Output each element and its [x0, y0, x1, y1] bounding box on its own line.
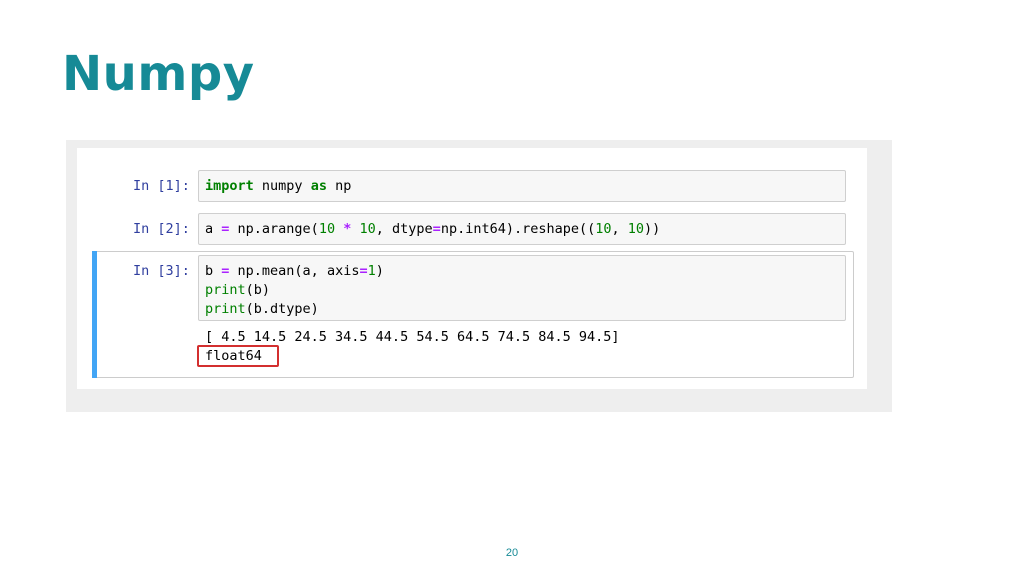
cell-2-prompt: In [2]: — [133, 221, 190, 237]
code-line: print(b.dtype) — [205, 301, 319, 317]
code-line: b = np.mean(a, axis=1) — [205, 263, 384, 279]
cell-1-input[interactable]: import numpy as np — [198, 170, 846, 202]
slide-title: Numpy — [62, 46, 255, 102]
code-line: import numpy as np — [205, 178, 352, 194]
cell-3-input[interactable]: b = np.mean(a, axis=1) print(b) print(b.dt… — [198, 255, 846, 321]
cell-1-prompt: In [1]: — [133, 178, 190, 194]
cell-selection-indicator — [92, 251, 97, 378]
cell-3-prompt: In [3]: — [133, 263, 190, 279]
code-line: print(b) — [205, 282, 271, 298]
highlight-box — [197, 345, 279, 367]
cell-2-input[interactable]: a = np.arange(10 * 10, dtype=np.int64).r… — [198, 213, 846, 245]
code-line: a = np.arange(10 * 10, dtype=np.int64).r… — [205, 221, 661, 237]
page-number: 20 — [505, 547, 519, 559]
